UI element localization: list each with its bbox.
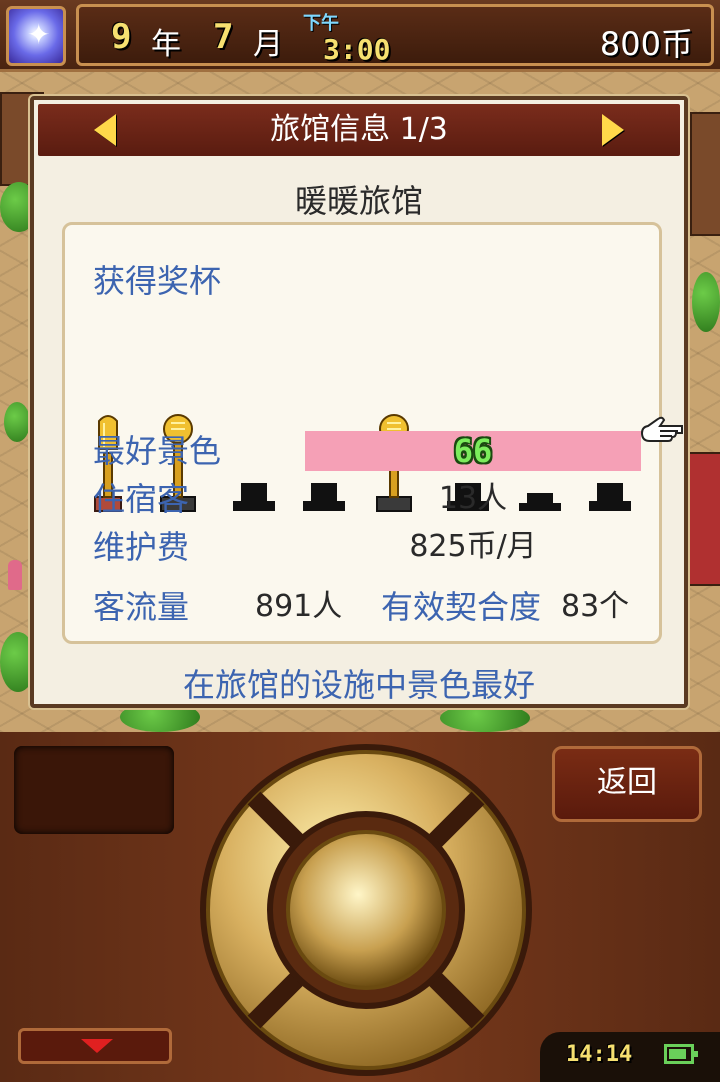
battery-icon — [664, 1044, 698, 1064]
scenery-label: 最好景色 — [93, 432, 222, 470]
game-clock: 3:00 — [323, 33, 391, 66]
upkeep-label: 维护费 — [93, 528, 190, 566]
townsperson — [8, 560, 22, 590]
footer-message: 在旅馆的设施中景色最好 — [182, 666, 535, 704]
inn-stats-panel: 获得奖杯 最好景色 66 住宿客 13人 维护费 825币/月 客流量 891人… — [62, 222, 662, 644]
system-tray: 14:14 — [540, 1032, 720, 1082]
tree — [4, 402, 30, 442]
scenery-value: 66 — [453, 432, 493, 470]
year-label: 年 — [151, 27, 181, 62]
month-value: 7 — [213, 17, 234, 57]
trophies-label: 获得奖杯 — [93, 262, 222, 300]
system-time: 14:14 — [566, 1042, 633, 1067]
directional-pad[interactable] — [196, 740, 536, 1080]
year-value: 9 — [111, 17, 132, 57]
month-label: 月 — [253, 27, 283, 62]
dialog-header: 旅馆信息 1/3 — [38, 104, 680, 156]
status-bar: ✦ 9 年 7 月 下午 3:00 800币 — [0, 0, 720, 72]
building-roof — [688, 452, 720, 586]
tree — [440, 704, 530, 732]
traffic-value: 891人 — [255, 589, 343, 624]
back-button[interactable]: 返回 — [552, 746, 702, 822]
traffic-label: 客流量 — [93, 588, 190, 626]
down-arrow-icon[interactable] — [18, 1028, 172, 1064]
inn-info-dialog: 旅馆信息 1/3 暖暖旅馆 获得奖杯 最好景色 66 住宿客 13人 维护费 8… — [30, 96, 688, 708]
empty-trophy-slot — [233, 483, 275, 511]
time-period: 下午 — [303, 13, 339, 34]
guests-label: 住宿客 — [93, 480, 190, 518]
guests-value: 13人 — [438, 481, 508, 516]
controller-panel: 返回 14:14 — [0, 732, 720, 1082]
compat-label: 有效契合度 — [381, 588, 542, 626]
money-display: 800币 — [599, 25, 693, 63]
scenery-bar: 66 — [305, 431, 641, 471]
inn-name: 暖暖旅馆 — [294, 182, 423, 220]
tree — [692, 272, 720, 332]
date-time-panel: 9 年 7 月 下午 3:00 800币 — [76, 4, 714, 66]
dialog-title: 旅馆信息 1/3 — [270, 112, 448, 147]
right-arrow-icon[interactable] — [602, 114, 624, 146]
compat-value: 83个 — [561, 589, 630, 624]
building-roof — [690, 112, 720, 236]
sparkle-gem-icon[interactable]: ✦ — [6, 6, 66, 66]
pointing-hand-icon — [640, 416, 683, 442]
battery-level — [669, 1049, 686, 1059]
upkeep-value: 825币/月 — [409, 529, 537, 564]
mini-screen — [14, 746, 174, 834]
